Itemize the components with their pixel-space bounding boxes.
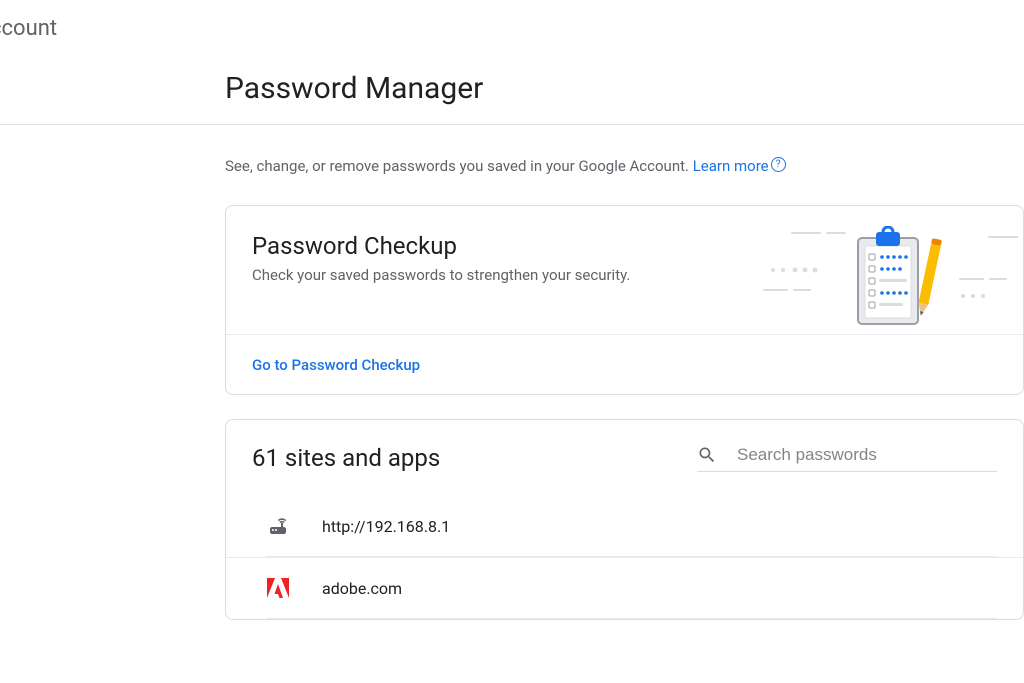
checkup-subtitle: Check your saved passwords to strengthen… [252, 266, 630, 284]
sites-list: http://192.168.8.1 adobe.com [226, 496, 1023, 619]
search-icon [697, 445, 717, 465]
account-label: ccount [0, 16, 1024, 41]
page-description: See, change, or remove passwords you sav… [225, 157, 1024, 175]
page-title: Password Manager [225, 71, 1024, 106]
search-container[interactable] [697, 445, 997, 472]
adobe-icon [266, 576, 290, 600]
site-name: adobe.com [322, 579, 402, 598]
sites-card: 61 sites and apps http://192.168.8.1 [225, 419, 1024, 620]
router-icon [266, 514, 290, 538]
site-name: http://192.168.8.1 [322, 517, 450, 536]
learn-more-link[interactable]: Learn more [693, 157, 769, 175]
help-icon[interactable]: ? [771, 157, 786, 172]
checkup-illustration [763, 226, 1023, 340]
search-input[interactable] [737, 445, 997, 465]
checkup-title: Password Checkup [252, 232, 630, 260]
site-row[interactable]: adobe.com [226, 557, 1023, 618]
row-divider [266, 618, 997, 619]
password-checkup-card: Password Checkup Check your saved passwo… [225, 205, 1024, 395]
site-row[interactable]: http://192.168.8.1 [226, 496, 1023, 556]
description-text: See, change, or remove passwords you sav… [225, 157, 693, 175]
sites-count-title: 61 sites and apps [252, 444, 440, 472]
go-to-checkup-link[interactable]: Go to Password Checkup [252, 356, 420, 374]
